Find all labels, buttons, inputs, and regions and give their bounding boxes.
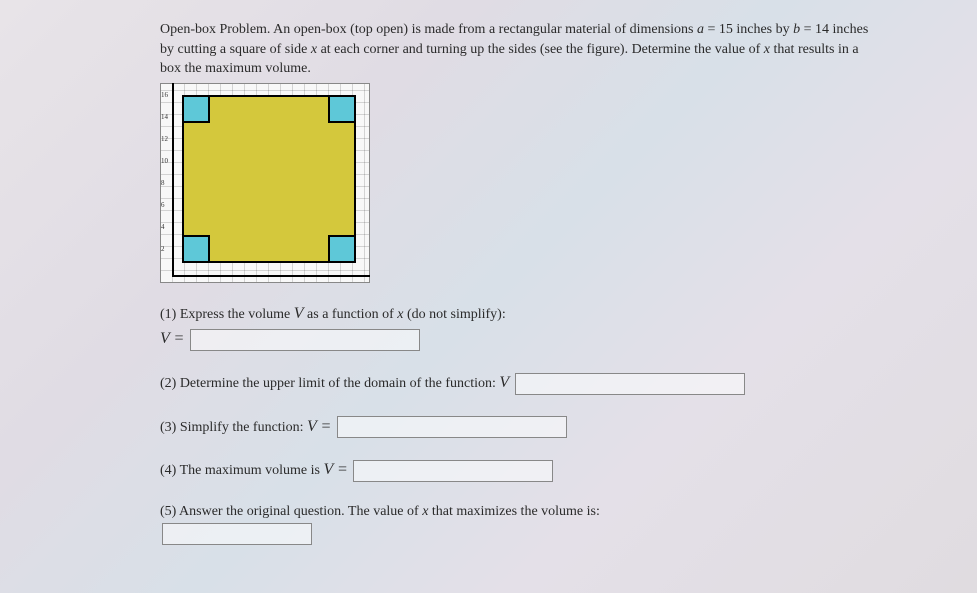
y-tick: 8: [161, 179, 165, 187]
problem-title: Open-box Problem.: [160, 22, 270, 37]
problem-page: Open-box Problem. An open-box (top open)…: [0, 0, 977, 593]
question-1: (1) Express the volume V as a function o…: [160, 301, 880, 352]
corner-cut-br: [328, 235, 356, 263]
q3-eq: V =: [307, 418, 331, 435]
problem-text-1: An open-box (top open) is made from a re…: [270, 22, 697, 37]
var-b: b: [793, 22, 800, 37]
y-tick: 16: [161, 91, 168, 99]
q4-input[interactable]: [353, 460, 553, 482]
y-tick: 4: [161, 223, 165, 231]
val-b: 14: [815, 22, 829, 37]
q3-text: (3) Simplify the function:: [160, 420, 307, 435]
q4-text: (4) The maximum volume is: [160, 463, 323, 478]
q1-v: V: [294, 305, 304, 322]
y-tick: 10: [161, 157, 168, 165]
problem-text-2: inches by: [733, 22, 793, 37]
q2-text: (2) Determine the upper limit of the dom…: [160, 376, 499, 391]
q5-input[interactable]: [162, 523, 312, 545]
question-2: (2) Determine the upper limit of the dom…: [160, 370, 880, 396]
y-tick: 2: [161, 245, 165, 253]
question-4: (4) The maximum volume is V =: [160, 457, 880, 483]
question-5: (5) Answer the original question. The va…: [160, 501, 880, 546]
q1-input[interactable]: [190, 329, 420, 351]
q2-v: V: [499, 374, 509, 391]
q2-input[interactable]: [515, 373, 745, 395]
q5-text: (5) Answer the original question. The va…: [160, 504, 422, 519]
x-axis: [172, 275, 370, 277]
content-area: Open-box Problem. An open-box (top open)…: [160, 20, 880, 546]
corner-cut-tr: [328, 95, 356, 123]
y-axis: [172, 83, 174, 277]
y-tick: 6: [161, 201, 165, 209]
problem-text-4: at each corner and turning up the sides …: [317, 42, 764, 57]
openbox-diagram: 16 14 12 10 8 6 4 2: [160, 83, 370, 283]
problem-statement: Open-box Problem. An open-box (top open)…: [160, 20, 880, 79]
y-tick: 12: [161, 135, 168, 143]
y-tick: 14: [161, 113, 168, 121]
q3-input[interactable]: [337, 416, 567, 438]
q1-suffix: (do not simplify):: [403, 307, 505, 322]
var-a: a: [697, 22, 704, 37]
q1-equals: V =: [160, 330, 184, 347]
q1-mid: as a function of: [304, 307, 398, 322]
val-a: 15: [719, 22, 733, 37]
q5-suffix: that maximizes the volume is:: [428, 504, 599, 519]
corner-cut-tl: [182, 95, 210, 123]
question-3: (3) Simplify the function: V =: [160, 414, 880, 440]
q1-prefix: (1) Express the volume: [160, 307, 294, 322]
q4-eq: V =: [323, 461, 347, 478]
corner-cut-bl: [182, 235, 210, 263]
